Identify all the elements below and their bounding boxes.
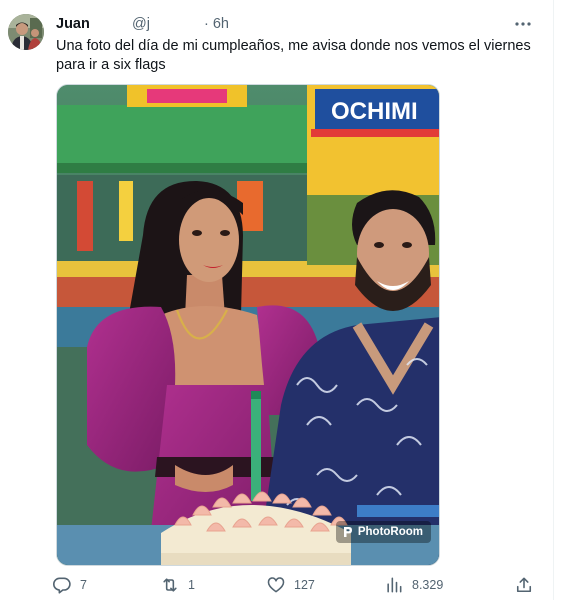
views-button[interactable]: 8.329 [384,574,443,596]
like-icon [267,577,285,593]
photoroom-watermark: PhotoRoom [335,521,431,543]
watermark-text: PhotoRoom [357,526,423,538]
share-button[interactable] [514,574,534,596]
reply-button[interactable]: 7 [52,574,87,596]
views-icon [387,577,402,593]
tweet[interactable]: Juan @j · 6h Una foto del día de mi cump… [0,0,562,600]
photoroom-icon [343,527,352,537]
like-button[interactable]: 127 [266,574,315,596]
retweet-count: 1 [188,578,195,592]
boat-sign-text: OCHIMI [331,98,418,125]
timeline-border [553,0,554,600]
reply-count: 7 [80,578,87,592]
tweet-text: Una foto del día de mi cumpleaños, me av… [56,38,531,73]
timestamp[interactable]: · 6h [204,15,229,33]
photo-scene: OCHIMI [57,85,439,565]
retweet-button[interactable]: 1 [160,574,195,596]
tweet-photo[interactable]: OCHIMI PhotoRoom [56,84,440,566]
more-icon [515,22,531,26]
share-icon [516,577,532,593]
more-button[interactable] [512,14,534,34]
avatar-image [8,14,44,50]
views-count: 8.329 [412,578,444,592]
tweet-actions: 7 1 127 8.329 [52,574,542,596]
retweet-icon [163,578,177,592]
reply-icon [53,577,71,594]
like-count: 127 [294,578,315,592]
author-name[interactable]: Juan [56,15,90,33]
author-handle[interactable]: @j [132,15,150,33]
avatar[interactable] [8,14,44,50]
tweet-header: Juan @j · 6h [56,15,536,33]
